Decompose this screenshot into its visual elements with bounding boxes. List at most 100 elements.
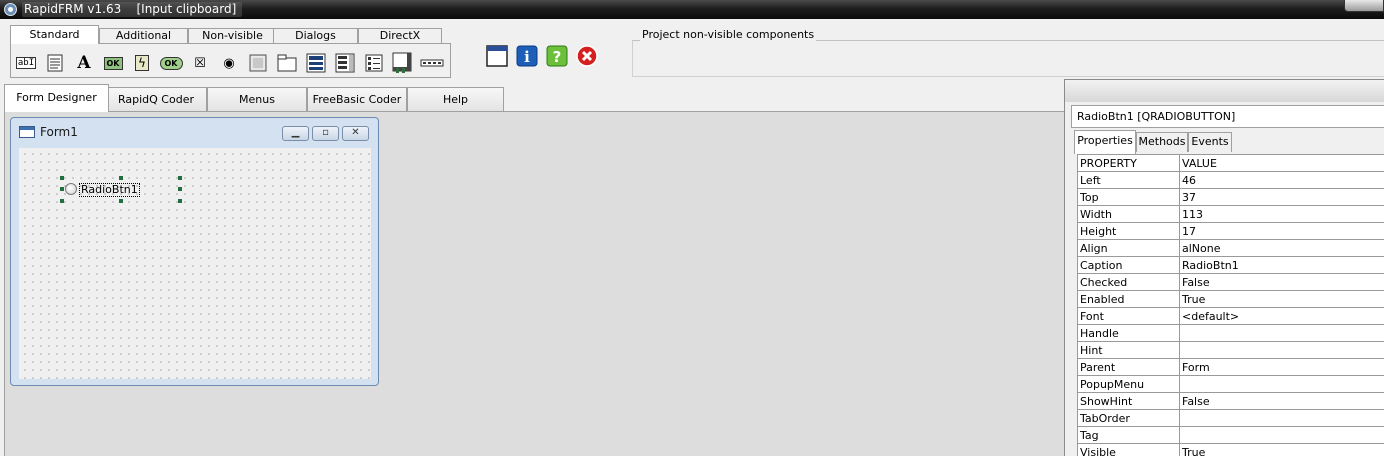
checkbox-tool-icon[interactable]: ☒: [188, 52, 212, 74]
property-row[interactable]: Left 46: [1077, 171, 1384, 189]
property-value[interactable]: [1179, 375, 1384, 393]
panel-tool-icon[interactable]: [246, 52, 270, 74]
bitbutton-tool-icon[interactable]: ϟ: [130, 52, 154, 74]
form-close-button[interactable]: ✕: [342, 126, 369, 141]
component-selector[interactable]: RadioBtn1 [QRADIOBUTTON]: [1071, 105, 1384, 128]
property-row[interactable]: ShowHint False: [1077, 392, 1384, 410]
minimize-button[interactable]: [1344, 0, 1384, 12]
scrollbox-tool-icon[interactable]: [391, 52, 415, 74]
property-name: Checked: [1077, 273, 1180, 291]
property-value[interactable]: 17: [1179, 222, 1384, 240]
close-icon[interactable]: [576, 45, 598, 67]
property-value[interactable]: 37: [1179, 188, 1384, 206]
property-value[interactable]: [1179, 426, 1384, 444]
label-tool-icon[interactable]: A: [72, 52, 96, 74]
combobox-tool-icon[interactable]: [304, 52, 328, 74]
radio-circle[interactable]: [65, 183, 77, 195]
property-grid: PROPERTY VALUE Left 46 Top 37 Width 113 Height…: [1077, 154, 1384, 456]
form-window-icon[interactable]: [486, 45, 508, 67]
info-icon[interactable]: i: [516, 45, 538, 67]
property-value[interactable]: False: [1179, 392, 1384, 410]
property-value[interactable]: [1179, 409, 1384, 427]
property-name: Enabled: [1077, 290, 1180, 308]
selection-handle[interactable]: [119, 199, 123, 203]
tab-menus[interactable]: Menus: [207, 87, 307, 111]
property-name: Align: [1077, 239, 1180, 257]
tab-freebasic-coder[interactable]: FreeBasic Coder: [307, 87, 407, 111]
property-row[interactable]: TabOrder: [1077, 409, 1384, 427]
radiobutton-tool-icon[interactable]: ◉: [217, 52, 241, 74]
palette-tab-dialogs[interactable]: Dialogs: [273, 28, 358, 44]
edit-tool-icon[interactable]: abI: [14, 52, 38, 74]
tab-rapidq-coder[interactable]: RapidQ Coder: [105, 87, 207, 111]
property-name: Left: [1077, 171, 1180, 189]
property-name: Hint: [1077, 341, 1180, 359]
property-value[interactable]: [1179, 324, 1384, 342]
selection-handle[interactable]: [178, 187, 182, 191]
form-title-bar[interactable]: Form1 ▁ ▫ ✕: [11, 118, 378, 146]
form-window[interactable]: Form1 ▁ ▫ ✕: [10, 117, 379, 386]
component-palette: abI A OK ϟ OK ☒ ◉: [10, 43, 451, 78]
palette-tab-directx[interactable]: DirectX: [358, 28, 442, 44]
property-value[interactable]: 46: [1179, 171, 1384, 189]
tab-properties[interactable]: Properties: [1074, 130, 1136, 154]
property-row[interactable]: Top 37: [1077, 188, 1384, 206]
palette-tab-nonvisible[interactable]: Non-visible: [188, 28, 277, 44]
form-minimize-button[interactable]: ▁: [282, 126, 309, 141]
selection-handle[interactable]: [178, 199, 182, 203]
selection-handle[interactable]: [178, 176, 182, 180]
property-row[interactable]: Font <default>: [1077, 307, 1384, 325]
selection-handle[interactable]: [119, 176, 123, 180]
palette-tab-additional[interactable]: Additional: [99, 28, 188, 44]
property-name: ShowHint: [1077, 392, 1180, 410]
selection-handle[interactable]: [60, 176, 64, 180]
property-value[interactable]: False: [1179, 273, 1384, 291]
property-value[interactable]: Form: [1179, 358, 1384, 376]
selection-handle[interactable]: [60, 187, 64, 191]
property-row[interactable]: Handle: [1077, 324, 1384, 342]
property-row[interactable]: Height 17: [1077, 222, 1384, 240]
property-row[interactable]: Align alNone: [1077, 239, 1384, 257]
property-value[interactable]: [1179, 341, 1384, 359]
property-value[interactable]: True: [1179, 290, 1384, 308]
listbox-tool-icon[interactable]: [333, 52, 357, 74]
palette-tab-standard[interactable]: Standard: [10, 25, 99, 44]
property-name: Visible: [1077, 443, 1180, 456]
property-row[interactable]: Parent Form: [1077, 358, 1384, 376]
tab-methods[interactable]: Methods: [1136, 132, 1188, 152]
property-name: Width: [1077, 205, 1180, 223]
property-row[interactable]: Caption RadioBtn1: [1077, 256, 1384, 274]
property-value[interactable]: 113: [1179, 205, 1384, 223]
property-row[interactable]: Enabled True: [1077, 290, 1384, 308]
property-name: PopupMenu: [1077, 375, 1180, 393]
property-value[interactable]: alNone: [1179, 239, 1384, 257]
property-row[interactable]: Tag: [1077, 426, 1384, 444]
tab-help[interactable]: Help: [407, 87, 504, 111]
property-value[interactable]: <default>: [1179, 307, 1384, 325]
groupbox-tool-icon[interactable]: [275, 52, 299, 74]
property-value[interactable]: RadioBtn1: [1179, 256, 1384, 274]
checklist-tool-icon[interactable]: [362, 52, 386, 74]
tab-events[interactable]: Events: [1188, 132, 1232, 152]
inspector-caption-bar[interactable]: [1065, 80, 1384, 102]
property-value[interactable]: True: [1179, 443, 1384, 456]
property-name: Font: [1077, 307, 1180, 325]
radio-caption[interactable]: RadioBtn1: [79, 183, 140, 197]
property-row[interactable]: PopupMenu: [1077, 375, 1384, 393]
coolbutton-tool-icon[interactable]: OK: [159, 52, 183, 74]
column-header-value: VALUE: [1179, 154, 1384, 172]
button-tool-icon[interactable]: OK: [101, 52, 125, 74]
memo-tool-icon[interactable]: [43, 52, 67, 74]
property-row[interactable]: Visible True: [1077, 443, 1384, 456]
window-title: RapidFRM v1.63 [Input clipboard]: [22, 2, 243, 17]
help-icon[interactable]: ?: [546, 45, 568, 67]
statusbar-tool-icon[interactable]: [420, 52, 444, 74]
selection-handle[interactable]: [60, 199, 64, 203]
property-row[interactable]: Hint: [1077, 341, 1384, 359]
property-row[interactable]: Checked False: [1077, 273, 1384, 291]
property-row[interactable]: Width 113: [1077, 205, 1384, 223]
form-maximize-button[interactable]: ▫: [312, 126, 339, 141]
form-title: Form1: [40, 125, 78, 139]
column-header-property: PROPERTY: [1077, 154, 1180, 172]
tab-form-designer[interactable]: Form Designer: [4, 84, 109, 112]
